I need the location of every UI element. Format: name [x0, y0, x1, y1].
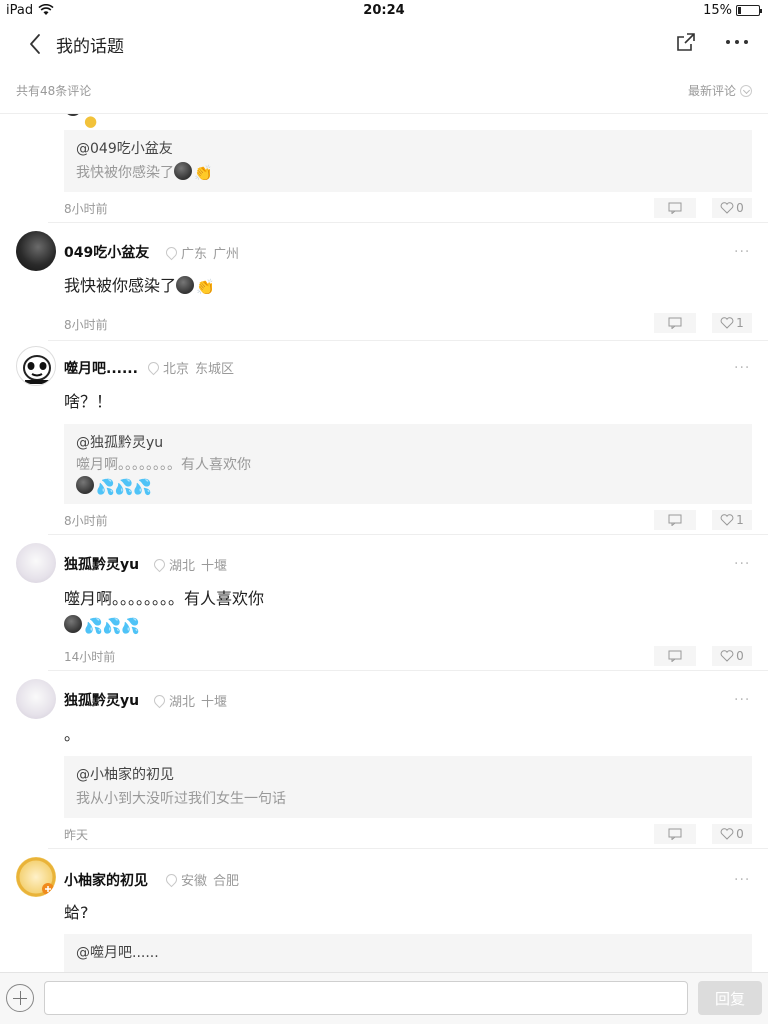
quoted-reply[interactable]: @小柚家的初见 我从小到大没听过我们女生一句话 [64, 756, 752, 818]
location: 北京 东城区 [148, 358, 234, 377]
divider [48, 534, 768, 535]
more-options-icon[interactable] [722, 30, 752, 54]
location-pin-icon [166, 874, 175, 886]
page-title: 我的话题 [56, 37, 124, 57]
quoted-user[interactable]: @噬月吧...... [76, 942, 159, 962]
battery-icon [736, 5, 762, 16]
chevron-down-icon [740, 84, 752, 97]
username[interactable]: 049吃小盆友 [64, 242, 149, 262]
comment-time: 8小时前 [64, 318, 108, 332]
quoted-user[interactable]: @小柚家的初见 [76, 764, 174, 784]
comment-more-icon[interactable]: ··· [734, 692, 750, 708]
avatar[interactable] [16, 679, 56, 719]
heart-icon [720, 650, 734, 662]
like-count: 0 [736, 827, 744, 841]
divider [48, 848, 768, 849]
comments-header: 共有48条评论 最新评论 [0, 76, 768, 114]
comment-icon [668, 514, 682, 526]
back-chevron-icon[interactable] [24, 30, 48, 58]
username[interactable]: 小柚家的初见 [64, 870, 148, 890]
sort-dropdown[interactable]: 最新评论 [688, 82, 752, 99]
quoted-text: 噬月啊。。。。。。。。有人喜欢你 [76, 457, 251, 473]
like-button[interactable]: 1 [712, 510, 752, 530]
username[interactable]: 独孤黔灵yu [64, 554, 139, 574]
username[interactable]: 噬月吧...... [64, 358, 138, 378]
like-count: 0 [736, 201, 744, 215]
comment-list: ● @049吃小盆友 我快被你感染了 👏 8小时前 0 049吃小盆友 广东 广州 … [0, 114, 768, 972]
avatar[interactable] [16, 857, 56, 897]
comment-text: 我快被你感染了 👏 [64, 276, 215, 296]
comment-more-icon[interactable]: ··· [734, 556, 750, 572]
comment-count: 共有48条评论 [16, 84, 92, 98]
comment-icon [668, 828, 682, 840]
add-icon[interactable] [6, 984, 34, 1012]
quoted-user[interactable]: @独孤黔灵yu [76, 432, 163, 452]
sort-label: 最新评论 [687, 84, 736, 98]
avatar[interactable] [16, 543, 56, 583]
username[interactable]: 独孤黔灵yu [64, 690, 139, 710]
location-pin-icon [154, 559, 163, 571]
location: 湖北 十堰 [154, 555, 227, 574]
reply-button[interactable] [654, 510, 696, 530]
location-pin-icon [148, 362, 157, 374]
location: 安徽 合肥 [166, 870, 239, 889]
status-bar: iPad 20:24 15% [0, 0, 768, 22]
comment-time: 14小时前 [64, 650, 116, 664]
comment-emoji-row: 💦💦💦 [64, 612, 140, 639]
reply-button[interactable] [654, 198, 696, 218]
quoted-text: 我从小到大没听过我们女生一句话 [76, 791, 286, 807]
location: 广东 广州 [166, 243, 239, 262]
comment-text: 噬月啊。。。。。。。。有人喜欢你 [64, 589, 265, 608]
like-button[interactable]: 1 [712, 313, 752, 333]
avatar[interactable] [16, 346, 56, 386]
comment-icon [668, 317, 682, 329]
quoted-user[interactable]: @049吃小盆友 [76, 138, 173, 158]
partial-emoji-row: ● [64, 114, 104, 130]
share-icon[interactable] [674, 30, 698, 54]
nav-bar: 我的话题 [0, 22, 768, 66]
comment-more-icon[interactable]: ··· [734, 872, 750, 888]
comment-text: 蛤? [64, 903, 89, 922]
clock: 20:24 [363, 3, 405, 18]
like-button[interactable]: 0 [712, 646, 752, 666]
heart-icon [720, 514, 734, 526]
comment-icon [668, 202, 682, 214]
comment-text: 啥？！ [64, 392, 113, 411]
reply-input[interactable] [44, 981, 688, 1015]
like-button[interactable]: 0 [712, 824, 752, 844]
reply-button[interactable] [654, 313, 696, 333]
divider [48, 340, 768, 341]
quoted-emoji-row: 💦💦💦 [76, 476, 152, 498]
like-count: 0 [736, 649, 744, 663]
battery-percent: 15% [703, 3, 732, 18]
heart-icon [720, 828, 734, 840]
quoted-text: 我快被你感染了 👏 [76, 162, 213, 182]
location-pin-icon [166, 247, 175, 259]
comment-more-icon[interactable]: ··· [734, 360, 750, 376]
divider [48, 222, 768, 223]
comment-time: 8小时前 [64, 514, 108, 528]
comment-time: 8小时前 [64, 202, 108, 216]
like-count: 1 [736, 513, 744, 527]
like-button[interactable]: 0 [712, 198, 752, 218]
comment-icon [668, 650, 682, 662]
quoted-reply[interactable]: @049吃小盆友 我快被你感染了 👏 [64, 130, 752, 192]
comment-more-icon[interactable]: ··· [734, 244, 750, 260]
comment-time: 昨天 [64, 828, 89, 842]
reply-button[interactable] [654, 646, 696, 666]
like-count: 1 [736, 316, 744, 330]
location-pin-icon [154, 695, 163, 707]
reply-bar: 回复 [0, 972, 768, 1024]
comment-text: 。 [64, 725, 81, 744]
location: 湖北 十堰 [154, 691, 227, 710]
divider [48, 670, 768, 671]
quoted-reply[interactable]: @独孤黔灵yu 噬月啊。。。。。。。。有人喜欢你 💦💦💦 [64, 424, 752, 504]
avatar[interactable] [16, 231, 56, 271]
quoted-reply[interactable]: @噬月吧...... [64, 934, 752, 972]
reply-button[interactable] [654, 824, 696, 844]
send-reply-button[interactable]: 回复 [698, 981, 762, 1015]
heart-icon [720, 202, 734, 214]
heart-icon [720, 317, 734, 329]
